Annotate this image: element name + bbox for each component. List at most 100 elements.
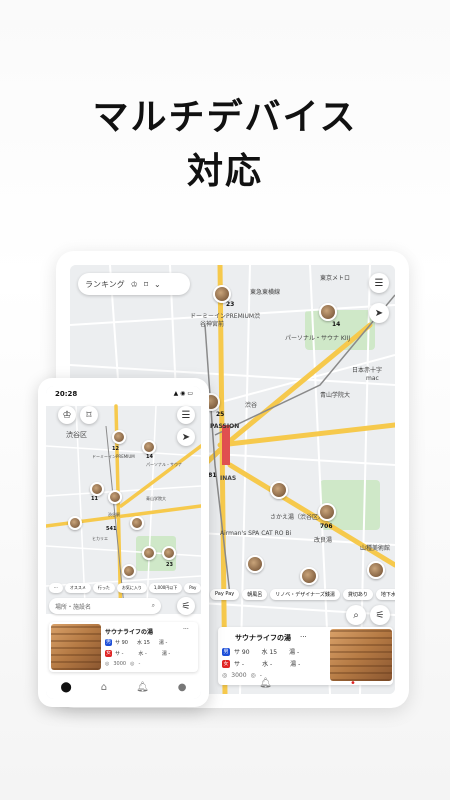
map-label-hiroo: 日本赤十字 — [352, 367, 383, 374]
map-count: 706 — [320, 523, 333, 530]
sauna-temp: サ 90 — [115, 640, 128, 646]
crown-icon[interactable]: ♔ — [58, 406, 76, 424]
filter-icon[interactable]: ⚟ — [177, 597, 195, 615]
menu-icon[interactable]: ☰ — [369, 273, 389, 293]
chip-pay[interactable]: Pay — [184, 583, 201, 593]
bath-temp: 湯 - — [289, 649, 300, 656]
map-label-passion: PASSION — [210, 423, 240, 430]
bookmark-icon[interactable]: ⌑ — [144, 280, 148, 289]
map-label-aoyama: 青山学院大 — [146, 496, 166, 501]
yen-icon: ◎ — [130, 661, 135, 667]
location-icon[interactable]: ➤ — [177, 428, 195, 446]
card-price-row: ◎ 3000 ◎ - — [105, 661, 140, 667]
sauna-temp: サ - — [115, 651, 124, 657]
search-icon[interactable]: ⌕ — [152, 602, 155, 610]
chip-renovation[interactable]: リノベ・デザイナーズ銭湯 — [270, 589, 340, 600]
sauna-pin[interactable] — [213, 285, 231, 303]
women-badge: 女 — [222, 659, 230, 668]
map-label-shibuya-ku: 渋谷区 — [66, 431, 87, 439]
menu-icon[interactable]: ☰ — [177, 406, 195, 424]
sauna-pin[interactable] — [90, 482, 104, 496]
map-label-kaiten: 改良湯 — [314, 537, 333, 544]
card-title: サウナライフの湯 — [235, 634, 291, 642]
bath-temp: 湯 - — [158, 640, 168, 646]
more-horizontal-icon[interactable]: ··· — [300, 633, 307, 641]
card-title: サウナライフの湯 — [105, 629, 154, 636]
status-time: 20:28 — [55, 390, 78, 398]
phone-screen: 20:28 ▲ ◉ ▭ ♔ ⌑ ☰ ➤ 渋谷区 青山学院大 ヒカリエ ドーミーイ… — [46, 386, 201, 699]
chip-asaburo[interactable]: 朝風呂 — [242, 589, 268, 600]
map-label-shibuya-station: 渋谷駅 — [108, 512, 120, 517]
sauna-photo[interactable] — [51, 624, 101, 670]
chip-under-1000[interactable]: 1,000円以下 — [148, 583, 183, 593]
map-label-personal-sauna: パーソナル・サウナ KIIJ — [285, 335, 351, 342]
sauna-pin[interactable] — [318, 503, 336, 521]
tablet-filter-chips: Pay Pay 朝風呂 リノベ・デザイナーズ銭湯 貸切あり 地下水が汗目当て — [210, 589, 395, 600]
chip-paypay[interactable]: Pay Pay — [210, 589, 240, 600]
chevron-down-icon[interactable]: ⌄ — [154, 280, 161, 289]
map-label-aoyama: 青山学院大 — [320, 392, 351, 399]
sauna-pin[interactable] — [319, 303, 337, 321]
map-count: 14 — [146, 454, 153, 460]
map-label-dome: ドーミーインPREMIUM — [92, 454, 135, 459]
map-label-premium-sub: 谷神宮前 — [200, 321, 225, 328]
search-input[interactable]: 場所・施設名 ⌕ — [49, 598, 161, 614]
chip-kashikiri[interactable]: 貸切あり — [342, 589, 373, 600]
ranking-bar[interactable]: ランキング ♔ ⌑ ⌄ — [78, 273, 190, 295]
filter-icon[interactable]: ⚟ — [370, 605, 390, 625]
card-temps-row-2: 女 サ - 水 - 湯 - — [105, 650, 170, 657]
map-label-mac: mac — [366, 375, 379, 382]
map-pin-icon[interactable]: ⬤ — [61, 682, 72, 693]
sauna-pin[interactable] — [130, 516, 144, 530]
map-label-hikari: ヒカリエ — [92, 536, 108, 541]
sauna-pin[interactable] — [162, 546, 176, 560]
map-label-yamatane: 山種美術館 — [360, 545, 391, 552]
bath-temp: 湯 - — [161, 651, 171, 657]
chip-more[interactable]: ··· — [49, 583, 63, 593]
sauna-pin[interactable] — [142, 546, 156, 560]
crown-icon[interactable]: ♔ — [131, 280, 138, 289]
bookmark-icon[interactable]: ⌑ — [80, 406, 98, 424]
sauna-temp: サ 90 — [234, 649, 250, 656]
map-count: 14 — [332, 321, 341, 328]
map-label-personal: パーソナル・サウナ — [146, 462, 182, 467]
sauna-pin[interactable] — [367, 561, 385, 579]
women-badge: 女 — [105, 650, 112, 657]
bell-icon[interactable]: 🔔︎ — [259, 678, 272, 689]
map-count: 11 — [91, 496, 98, 502]
more-horizontal-icon[interactable]: ··· — [183, 626, 189, 633]
sauna-pin[interactable] — [270, 481, 288, 499]
sauna-pin[interactable] — [108, 490, 122, 504]
map-label-inas: INAS — [220, 475, 237, 482]
sauna-pin[interactable] — [300, 567, 318, 585]
status-icons: ▲ ◉ ▭ — [173, 390, 193, 397]
men-badge: 男 — [105, 639, 112, 646]
sauna-pin[interactable] — [142, 440, 156, 454]
chip-okiniiri[interactable]: お気に入り — [116, 583, 147, 593]
ranking-label[interactable]: ランキング — [85, 279, 125, 290]
card-temps-row-1: 男 サ 90 水 15 湯 - — [222, 647, 299, 656]
sauna-pin[interactable] — [68, 516, 82, 530]
home-icon[interactable]: ⌂ — [101, 682, 107, 693]
water-temp: 水 15 — [136, 640, 150, 646]
map-label-shibuya: 渋谷 — [245, 402, 258, 409]
map-label-airman: Airman's SPA CAT RO Bi — [220, 530, 292, 537]
sauna-pin[interactable] — [122, 564, 136, 578]
water-temp: 水 15 — [261, 649, 278, 656]
bell-icon[interactable]: 🔔︎ — [136, 682, 149, 693]
water-temp: 水 - — [138, 651, 147, 657]
sauna-pin[interactable] — [112, 430, 126, 444]
profile-icon[interactable]: ● — [178, 682, 187, 693]
chip-chikasui[interactable]: 地下水が汗目当て — [375, 589, 395, 600]
sauna-pin[interactable] — [246, 555, 264, 573]
chip-itta[interactable]: 行った — [92, 583, 115, 593]
headline-line-1: マルチデバイス — [92, 97, 358, 138]
map-label-station: 東急東横線 — [250, 289, 281, 296]
phone-sauna-card[interactable]: サウナライフの湯 ··· 男 サ 90 水 15 湯 - 女 サ - 水 - 湯… — [49, 622, 198, 672]
card-temps-row-2: 女 サ - 水 - 湯 - — [222, 659, 300, 668]
location-icon[interactable]: ➤ — [369, 303, 389, 323]
chip-osusume[interactable]: オススメ — [64, 583, 91, 593]
bath-temp: 湯 - — [290, 661, 301, 668]
bell-badge-icon[interactable]: • — [350, 678, 356, 689]
search-icon[interactable]: ⌕ — [346, 605, 366, 625]
